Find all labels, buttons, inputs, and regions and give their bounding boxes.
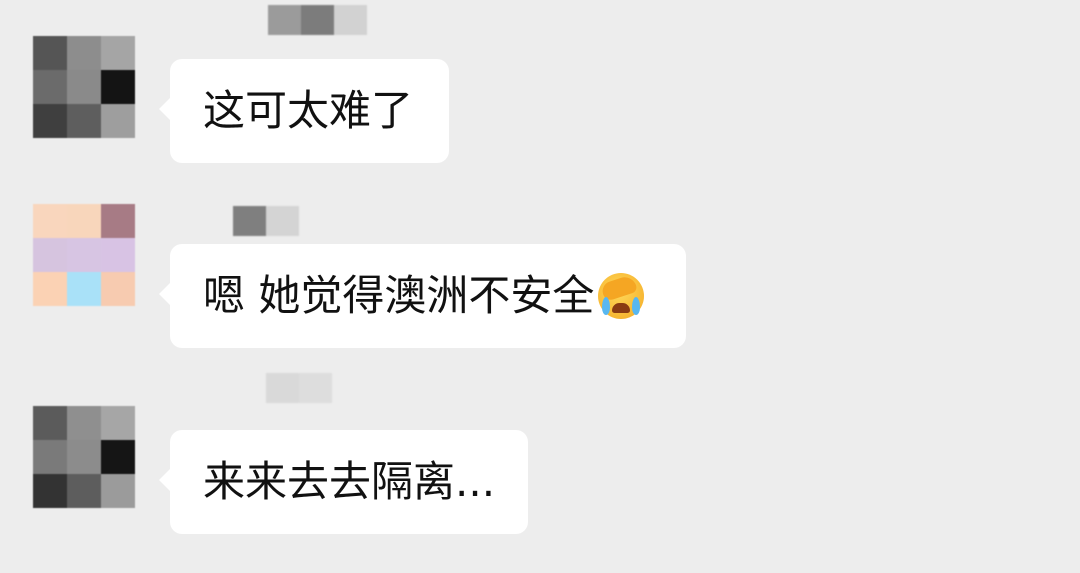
avatar-pixel (101, 104, 135, 138)
chat-message: 这可太难了 (0, 0, 1080, 190)
avatar-pixel (33, 104, 67, 138)
avatar-pixel (67, 406, 101, 440)
chat-message: 来来去去隔离... (0, 370, 1080, 560)
avatar[interactable] (33, 406, 135, 508)
avatar-pixel (101, 440, 135, 474)
avatar-pixel (33, 70, 67, 104)
sender-name (268, 5, 367, 35)
avatar-pixel (67, 474, 101, 508)
avatar-pixel (33, 440, 67, 474)
sender-name-pixel (299, 373, 332, 403)
avatar-pixel (33, 204, 67, 238)
avatar-pixel (33, 36, 67, 70)
avatar[interactable] (33, 204, 135, 306)
sender-name-pixel (233, 206, 266, 236)
avatar-pixel (101, 272, 135, 306)
message-text: 来来去去隔离... (203, 457, 496, 506)
sender-name-pixel (266, 373, 299, 403)
chat-area: 这可太难了 嗯 她觉得澳洲不安全 来来去去隔离... (0, 0, 1080, 573)
message-bubble[interactable]: 嗯 她觉得澳洲不安全 (159, 244, 686, 348)
avatar-pixel (67, 272, 101, 306)
avatar-pixel (33, 238, 67, 272)
avatar[interactable] (33, 36, 135, 138)
avatar-pixel (101, 70, 135, 104)
avatar-pixel (33, 474, 67, 508)
avatar-pixel (101, 36, 135, 70)
avatar-pixel (67, 238, 101, 272)
sender-name-pixel (301, 5, 334, 35)
avatar-pixel (67, 36, 101, 70)
message-text: 嗯 她觉得澳洲不安全 (203, 271, 595, 320)
avatar-pixel (101, 204, 135, 238)
avatar-pixel (101, 474, 135, 508)
avatar-pixel (101, 238, 135, 272)
message-bubble[interactable]: 这可太难了 (159, 59, 449, 163)
message-text: 这可太难了 (203, 86, 414, 135)
avatar-pixel (67, 104, 101, 138)
sender-name-pixel (334, 5, 367, 35)
sender-name-pixel (266, 206, 299, 236)
sender-name (233, 206, 299, 236)
chat-message: 嗯 她觉得澳洲不安全 (0, 190, 1080, 380)
message-bubble[interactable]: 来来去去隔离... (159, 430, 528, 534)
avatar-pixel (33, 406, 67, 440)
avatar-pixel (101, 406, 135, 440)
avatar-pixel (33, 272, 67, 306)
avatar-pixel (67, 70, 101, 104)
avatar-pixel (67, 204, 101, 238)
avatar-pixel (67, 440, 101, 474)
sender-name (266, 373, 332, 403)
sender-name-pixel (268, 5, 301, 35)
face-palm-crying-emoji-icon (598, 273, 645, 319)
